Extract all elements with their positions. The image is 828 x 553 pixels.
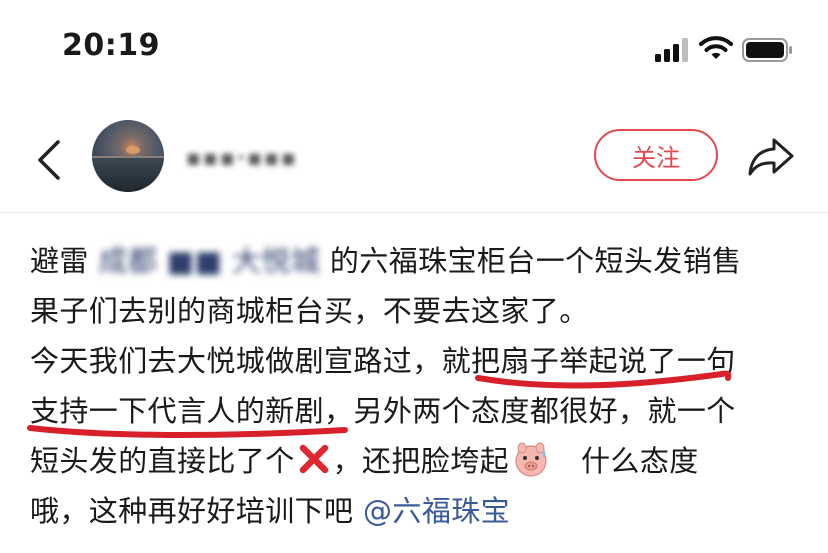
post-text: 短头发的直接比了个: [30, 444, 295, 478]
post-line-3: 今天我们去大悦城做剧宣路过，就把扇子举起说了一句: [30, 336, 810, 386]
post-body: 避雷 成都 ■■ 大悦城 的六福珠宝柜台一个短头发销售 果子们去别的商城柜台买，…: [30, 236, 810, 536]
post-text: 一句: [676, 344, 736, 378]
post-text: 果子们去别的商城柜台买，不要去这家了。: [30, 294, 589, 328]
chevron-left-icon[interactable]: [34, 138, 64, 182]
underlined-text: 支持一下代言人的新剧: [30, 394, 325, 428]
post-text: 的六福珠宝柜台一个短头发销售: [329, 244, 742, 278]
post-line-5: 短头发的直接比了个 ，还把脸垮起 什么态度: [30, 436, 810, 486]
post-header: ▪︎▪︎▪︎·▪︎▪︎▪︎ 关注: [0, 110, 828, 210]
blurred-location: 成都 ■■ 大悦城: [98, 244, 321, 278]
post-text: ，另外两个态度都很好，就一个: [324, 394, 736, 428]
mention-link[interactable]: @六福珠宝: [363, 494, 510, 528]
post-text: 避雷: [30, 244, 89, 278]
post-text: ，还把脸垮起: [332, 444, 510, 478]
post-text: 什么态度: [581, 444, 699, 478]
wifi-icon: [699, 36, 733, 59]
avatar-sun: [126, 146, 140, 154]
status-time: 20:19: [62, 28, 160, 63]
post-line-6: 哦，这种再好好培训下吧 @六福珠宝: [30, 486, 810, 536]
post-text: 今天我们去大悦城做剧宣路过，: [30, 344, 442, 378]
post-line-1: 避雷 成都 ■■ 大悦城 的六福珠宝柜台一个短头发销售: [30, 236, 810, 286]
header-divider: [0, 212, 828, 213]
post-text: 哦，这种再好好培训下吧: [30, 494, 354, 528]
signal-icon: [655, 38, 688, 62]
sweating-pig-emoji-icon: [515, 442, 547, 477]
underlined-text: 就把扇子举起说了: [441, 344, 677, 378]
avatar[interactable]: [92, 120, 164, 192]
follow-button[interactable]: 关注: [594, 129, 718, 181]
share-arrow-icon[interactable]: [746, 134, 796, 178]
username[interactable]: ▪︎▪︎▪︎·▪︎▪︎▪︎: [186, 146, 298, 171]
cross-mark-icon: [299, 444, 328, 474]
battery-icon: [742, 38, 792, 62]
post-line-4: 支持一下代言人的新剧，另外两个态度都很好，就一个: [30, 386, 810, 436]
post-line-2: 果子们去别的商城柜台买，不要去这家了。: [30, 286, 810, 336]
status-bar: 20:19: [0, 0, 828, 100]
avatar-sea: [92, 158, 164, 192]
